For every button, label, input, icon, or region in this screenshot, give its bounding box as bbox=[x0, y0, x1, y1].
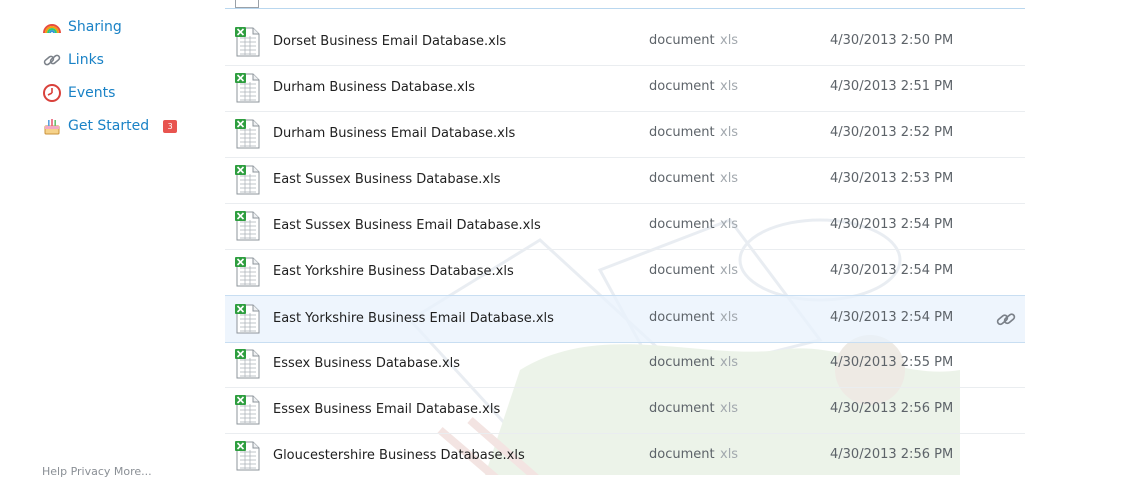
file-kind: document bbox=[649, 310, 715, 325]
file-row[interactable]: Durham Business Email Database.xls docum… bbox=[225, 111, 1025, 158]
file-kind: document bbox=[649, 355, 715, 370]
file-row[interactable]: East Yorkshire Business Database.xls doc… bbox=[225, 249, 1025, 296]
file-kind: document bbox=[649, 263, 715, 278]
file-kind: document bbox=[649, 33, 715, 48]
file-row-partial bbox=[225, 0, 1025, 9]
sidebar-item-sharing[interactable]: Sharing bbox=[42, 16, 122, 38]
file-extension: xls bbox=[720, 171, 739, 186]
sidebar-item-get-started[interactable]: Get Started 3 bbox=[42, 115, 178, 137]
file-row[interactable]: East Yorkshire Business Email Database.x… bbox=[225, 295, 1025, 343]
sidebar-item-label: Get Started bbox=[68, 118, 150, 134]
sidebar-item-label: Sharing bbox=[68, 19, 122, 35]
file-name[interactable]: Gloucestershire Business Database.xls bbox=[273, 448, 525, 463]
file-modified-date: 4/30/2013 2:54 PM bbox=[830, 310, 954, 325]
spreadsheet-file-icon bbox=[235, 304, 260, 334]
file-name[interactable]: East Yorkshire Business Database.xls bbox=[273, 264, 514, 279]
file-row[interactable]: Gloucestershire Business Database.xls do… bbox=[225, 433, 1025, 475]
file-modified-date: 4/30/2013 2:56 PM bbox=[830, 401, 954, 416]
file-name[interactable]: Essex Business Email Database.xls bbox=[273, 402, 500, 417]
spreadsheet-file-icon bbox=[235, 395, 260, 425]
file-name[interactable]: Durham Business Database.xls bbox=[273, 80, 475, 95]
file-kind: document bbox=[649, 217, 715, 232]
file-row[interactable]: Durham Business Database.xls document xl… bbox=[225, 65, 1025, 112]
file-extension: xls bbox=[720, 217, 739, 232]
file-row[interactable]: Essex Business Email Database.xls docume… bbox=[225, 387, 1025, 434]
file-kind: document bbox=[649, 79, 715, 94]
file-name[interactable]: East Yorkshire Business Email Database.x… bbox=[273, 311, 554, 326]
file-modified-date: 4/30/2013 2:54 PM bbox=[830, 263, 954, 278]
sidebar-item-label: Events bbox=[68, 85, 116, 101]
share-link-icon[interactable] bbox=[995, 308, 1017, 330]
file-extension: xls bbox=[720, 355, 739, 370]
notification-badge: 3 bbox=[163, 119, 178, 133]
file-kind: document bbox=[649, 401, 715, 416]
file-extension: xls bbox=[720, 447, 739, 462]
spreadsheet-file-icon bbox=[235, 257, 260, 287]
file-extension: xls bbox=[720, 401, 739, 416]
file-row[interactable]: East Sussex Business Email Database.xls … bbox=[225, 203, 1025, 250]
sidebar-item-events[interactable]: Events bbox=[42, 82, 115, 104]
file-name[interactable]: Essex Business Database.xls bbox=[273, 356, 460, 371]
spreadsheet-file-icon bbox=[235, 119, 260, 149]
file-kind: document bbox=[649, 447, 715, 462]
file-modified-date: 4/30/2013 2:53 PM bbox=[830, 171, 954, 186]
spreadsheet-file-icon bbox=[235, 441, 260, 471]
file-extension: xls bbox=[720, 33, 739, 48]
cake-icon bbox=[44, 119, 60, 135]
file-kind: document bbox=[649, 171, 715, 186]
sidebar-item-links[interactable]: Links bbox=[42, 49, 104, 71]
spreadsheet-file-icon bbox=[235, 27, 260, 57]
file-name[interactable]: Durham Business Email Database.xls bbox=[273, 126, 515, 141]
footer-links[interactable]: Help Privacy More... bbox=[42, 465, 152, 478]
file-modified-date: 4/30/2013 2:50 PM bbox=[830, 33, 954, 48]
spreadsheet-file-icon bbox=[235, 165, 260, 195]
file-modified-date: 4/30/2013 2:51 PM bbox=[830, 79, 954, 94]
spreadsheet-file-icon bbox=[235, 349, 260, 379]
file-extension: xls bbox=[720, 310, 739, 325]
file-modified-date: 4/30/2013 2:54 PM bbox=[830, 217, 954, 232]
spreadsheet-file-icon bbox=[235, 0, 259, 8]
file-name[interactable]: East Sussex Business Email Database.xls bbox=[273, 218, 541, 233]
file-extension: xls bbox=[720, 79, 739, 94]
spreadsheet-file-icon bbox=[235, 211, 260, 241]
rainbow-icon bbox=[43, 24, 61, 34]
spreadsheet-file-icon bbox=[235, 73, 260, 103]
file-modified-date: 4/30/2013 2:55 PM bbox=[830, 355, 954, 370]
file-modified-date: 4/30/2013 2:56 PM bbox=[830, 447, 954, 462]
file-extension: xls bbox=[720, 263, 739, 278]
file-kind: document bbox=[649, 125, 715, 140]
chain-link-icon bbox=[43, 54, 61, 66]
sidebar: Sharing Links Events Get Started 3 Help … bbox=[0, 0, 225, 478]
file-row[interactable]: East Sussex Business Database.xls docume… bbox=[225, 157, 1025, 204]
file-list: Dorset Business Email Database.xls docum… bbox=[225, 0, 1025, 475]
file-name[interactable]: East Sussex Business Database.xls bbox=[273, 172, 501, 187]
clock-icon bbox=[43, 84, 61, 102]
file-modified-date: 4/30/2013 2:52 PM bbox=[830, 125, 954, 140]
file-row[interactable]: Dorset Business Email Database.xls docum… bbox=[225, 19, 1025, 66]
file-name[interactable]: Dorset Business Email Database.xls bbox=[273, 34, 506, 49]
file-row[interactable]: Essex Business Database.xls document xls… bbox=[225, 341, 1025, 388]
sidebar-item-label: Links bbox=[68, 52, 104, 68]
file-extension: xls bbox=[720, 125, 739, 140]
